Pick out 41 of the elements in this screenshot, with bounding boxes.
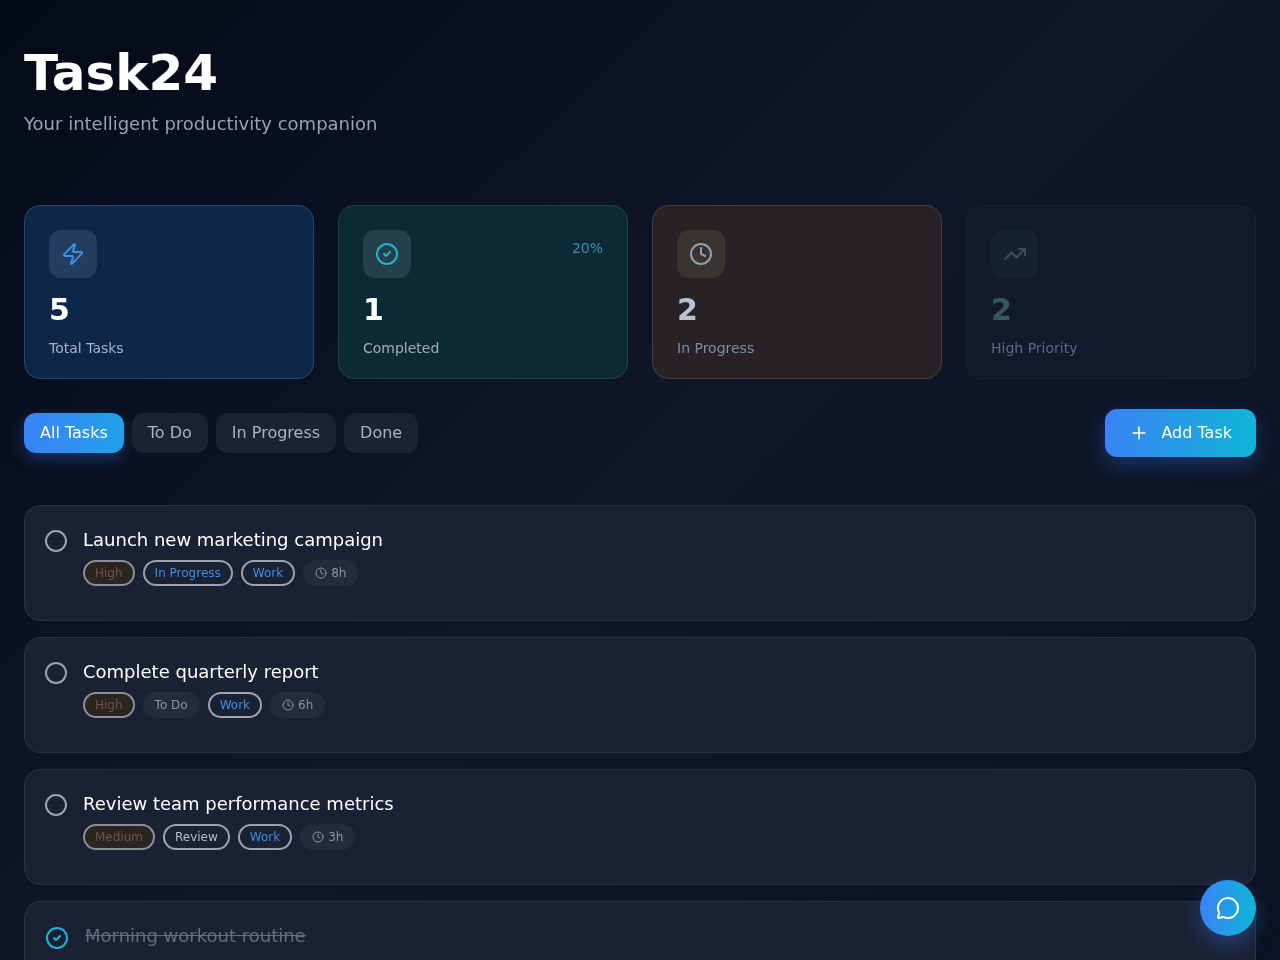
clock-icon — [312, 831, 325, 843]
lightning-icon — [61, 242, 85, 266]
time-estimate: 8h — [303, 560, 359, 586]
task-title: Review team performance metrics — [83, 792, 394, 816]
task-tag: High — [83, 692, 135, 718]
clock-icon — [689, 242, 713, 266]
stat-label: Total Tasks — [49, 339, 125, 358]
stat-label: In Progress — [677, 339, 756, 358]
clock-icon — [315, 567, 328, 579]
stat-label: High Priority — [991, 339, 1079, 358]
task-checkbox[interactable] — [45, 530, 67, 552]
check-circle-icon — [375, 242, 399, 266]
task-title: Launch new marketing campaign — [83, 528, 383, 552]
task-tag: Review — [163, 824, 230, 850]
app-title: Task24 — [24, 44, 219, 102]
time-estimate: 6h — [270, 692, 326, 718]
stat-value: 5 — [49, 294, 71, 326]
task-tag: High — [83, 560, 135, 586]
task-tag: Work — [240, 560, 296, 586]
task-tag: To Do — [142, 692, 200, 718]
filter-tab[interactable]: In Progress — [215, 413, 337, 453]
task-checkbox[interactable] — [45, 794, 67, 816]
filter-tab[interactable]: To Do — [131, 413, 208, 453]
task-tag: Work — [207, 692, 262, 718]
task-title: Morning workout routine — [85, 924, 306, 948]
stat-label: Completed — [363, 339, 441, 358]
checked-circle-icon[interactable] — [45, 926, 69, 950]
time-estimate: 3h — [300, 824, 356, 850]
chat-bubble-icon — [1216, 896, 1240, 920]
task-tag: Medium — [83, 824, 155, 850]
clock-icon — [282, 699, 294, 711]
stat-percentage: 20% — [571, 239, 603, 258]
stat-value: 2 — [991, 294, 1013, 326]
filter-tab[interactable]: Done — [344, 413, 419, 453]
task-title: Complete quarterly report — [83, 660, 320, 684]
task-checkbox[interactable] — [45, 662, 67, 684]
app-subtitle: Your intelligent productivity companion — [24, 112, 379, 136]
task-tag: Work — [237, 824, 293, 850]
task-tag: In Progress — [142, 560, 233, 586]
stat-value: 1 — [363, 294, 385, 326]
stat-value: 2 — [677, 294, 699, 326]
